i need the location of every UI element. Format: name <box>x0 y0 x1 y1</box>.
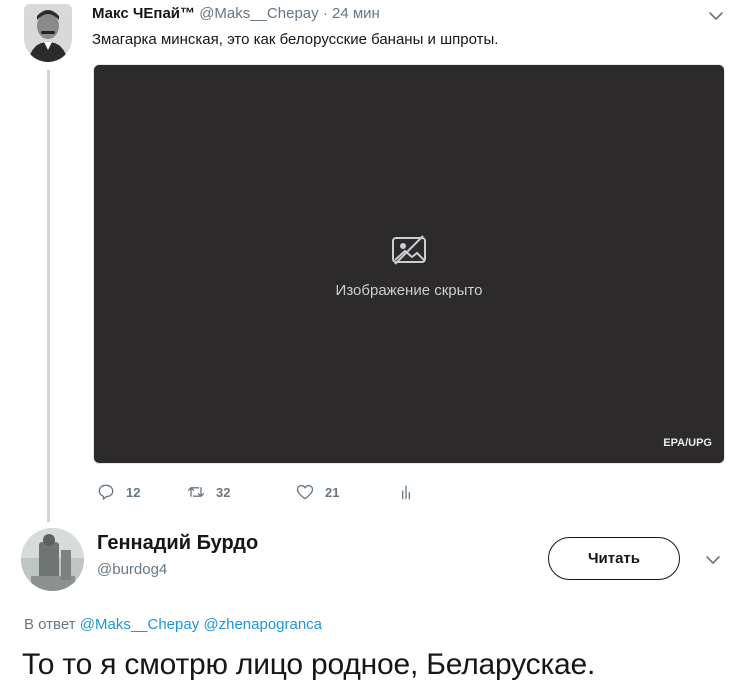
like-count: 21 <box>325 484 340 500</box>
reply-button[interactable]: 12 <box>96 482 140 502</box>
tweet-timestamp[interactable]: 24 мин <box>332 5 380 22</box>
tweet-header: Макс ЧЕпай™ @Maks__Chepay · 24 мин <box>92 5 380 22</box>
retweet-button[interactable]: 32 <box>186 482 230 502</box>
reply-prefix: В ответ <box>24 616 76 633</box>
chevron-down-icon[interactable] <box>705 552 721 568</box>
author-handle[interactable]: @Maks__Chepay <box>199 5 318 22</box>
user-avatar[interactable] <box>21 528 84 591</box>
like-button[interactable]: 21 <box>295 482 339 502</box>
user-avatar-icon <box>24 4 72 62</box>
author-handle[interactable]: @burdog4 <box>97 561 167 578</box>
chevron-down-icon[interactable] <box>708 8 724 24</box>
media-hidden-notice-container: Изображение скрыто <box>94 65 724 463</box>
author-name[interactable]: Геннадий Бурдо <box>97 532 258 555</box>
reply-context: В ответ @Maks__Chepay @zhenapogranca <box>24 616 322 633</box>
retweet-icon <box>187 487 205 497</box>
reply-user-link[interactable]: @Maks__Chepay <box>80 616 199 633</box>
photo-credit: EPA/UPG <box>663 437 712 449</box>
reply-count: 12 <box>126 484 141 500</box>
thread-connector-line <box>47 70 50 522</box>
heart-icon <box>296 484 314 500</box>
analytics-icon <box>402 485 410 500</box>
tweet-text: Змагарка минская, это как белорусские ба… <box>92 31 499 48</box>
analytics-button[interactable] <box>396 482 416 502</box>
author-name[interactable]: Макс ЧЕпай™ <box>92 5 195 22</box>
media-hidden-notice: Изображение скрыто <box>335 281 483 299</box>
reply-icon <box>98 484 114 500</box>
follow-button[interactable]: Читать <box>548 537 680 580</box>
retweet-count: 32 <box>216 484 231 500</box>
tweet-media-placeholder[interactable]: Изображение скрыто EPA/UPG <box>93 64 725 464</box>
user-avatar[interactable] <box>24 4 72 62</box>
hidden-image-icon <box>392 234 426 265</box>
tweet-text: То то я смотрю лицо родное, Беларускае. <box>22 648 596 681</box>
user-avatar-icon <box>21 528 84 591</box>
separator-dot: · <box>322 5 328 22</box>
reply-user-link[interactable]: @zhenapogranca <box>203 616 322 633</box>
